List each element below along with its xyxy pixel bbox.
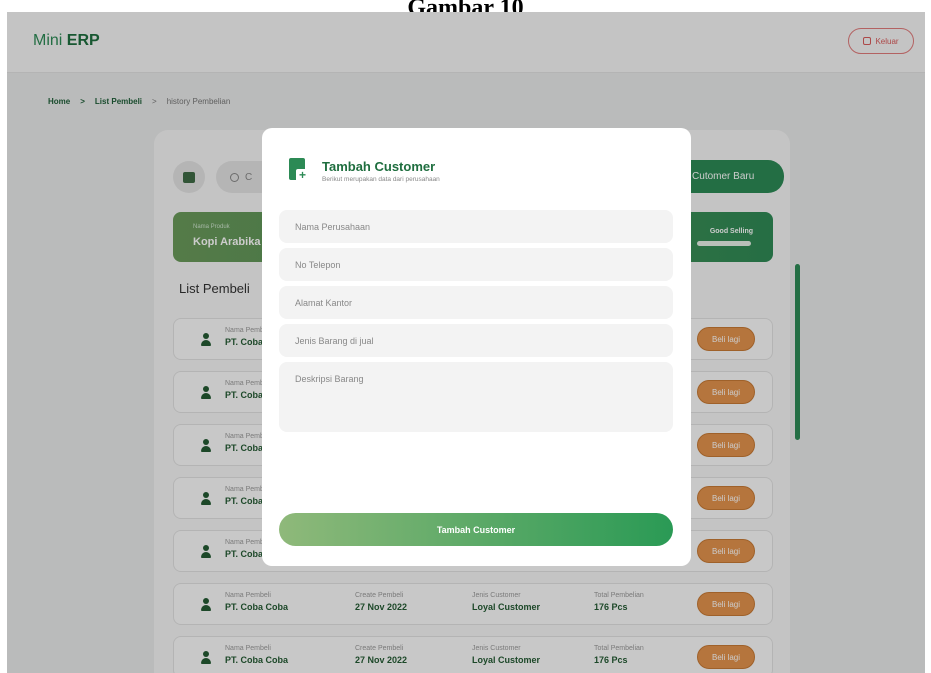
phone-field[interactable]: No Telepon xyxy=(279,248,673,281)
modal-title: Tambah Customer xyxy=(322,159,436,174)
modal-subtitle: Berikut merupakan data dari perusahaan xyxy=(322,176,440,183)
add-document-icon: + xyxy=(289,158,309,183)
submit-add-customer-button[interactable]: Tambah Customer xyxy=(279,513,673,546)
company-name-field[interactable]: Nama Perusahaan xyxy=(279,210,673,243)
add-customer-modal: + Tambah Customer Berikut merupakan data… xyxy=(262,128,691,566)
goods-type-field[interactable]: Jenis Barang di jual xyxy=(279,324,673,357)
office-address-field[interactable]: Alamat Kantor xyxy=(279,286,673,319)
goods-description-field[interactable]: Deskripsi Barang xyxy=(279,362,673,432)
app-window: Mini ERP Keluar Home > List Pembeli > hi… xyxy=(7,12,925,673)
figure-caption: Gambar 10 xyxy=(0,0,931,12)
